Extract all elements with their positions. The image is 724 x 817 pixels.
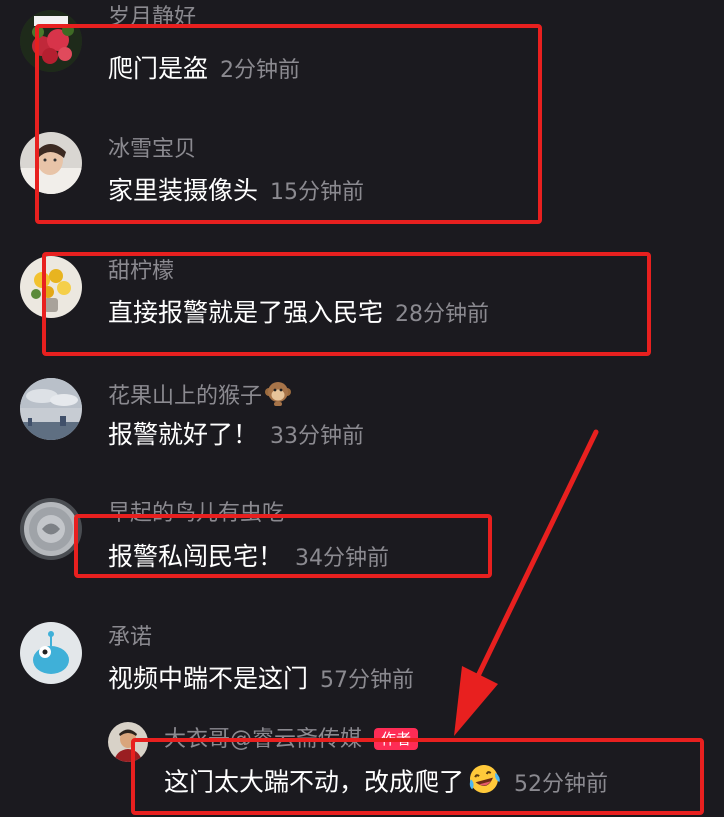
avatar[interactable] <box>20 10 82 72</box>
comment-text: 报警就好了！ 33分钟前 <box>108 418 364 454</box>
comment-text: 爬门是盗 2分钟前 <box>108 52 300 88</box>
monkey-emoji-icon <box>264 380 292 414</box>
baby-photo-icon <box>20 132 82 194</box>
laughing-crying-emoji-icon <box>466 762 502 805</box>
username-text: 花果山上的猴子 <box>108 384 263 409</box>
comment-text: 报警私闯民宅！ 34分钟前 <box>108 540 389 576</box>
timestamp: 57分钟前 <box>320 668 415 693</box>
blue-cartoon-icon <box>20 622 82 684</box>
comment-text: 视频中踹不是这门 57分钟前 <box>108 662 414 698</box>
cloudy-sky-icon <box>20 378 82 440</box>
comment-content: 直接报警就是了强入民宅 <box>108 298 384 327</box>
avatar[interactable] <box>20 256 82 318</box>
avatar[interactable] <box>20 378 82 440</box>
comment-content: 这门太大踹不动，改成爬了 <box>164 767 465 797</box>
comment-content: 报警私闯民宅！ <box>108 542 284 571</box>
username[interactable]: 早起的鸟儿有虫吃 <box>108 500 284 528</box>
comment-content: 视频中踹不是这门 <box>108 664 309 693</box>
comment-text: 直接报警就是了强入民宅 28分钟前 <box>108 296 489 332</box>
username[interactable]: 承诺 <box>108 624 152 652</box>
comment-text: 家里装摄像头 15分钟前 <box>108 174 364 210</box>
username[interactable]: 岁月静好 <box>108 4 196 32</box>
timestamp: 15分钟前 <box>270 180 365 205</box>
silver-coin-icon <box>20 498 82 560</box>
username[interactable]: 花果山上的猴子 <box>108 380 292 414</box>
comment-content: 爬门是盗 <box>108 54 209 83</box>
timestamp: 33分钟前 <box>270 424 365 449</box>
avatar[interactable] <box>108 722 148 762</box>
avatar[interactable] <box>20 498 82 560</box>
timestamp: 52分钟前 <box>514 771 609 797</box>
timestamp: 2分钟前 <box>220 58 301 83</box>
avatar[interactable] <box>20 622 82 684</box>
timestamp: 34分钟前 <box>295 546 390 571</box>
comment-text: 这门太大踹不动，改成爬了 52分钟前 <box>164 762 608 805</box>
man-portrait-icon <box>108 722 148 762</box>
username[interactable]: 甜柠檬 <box>108 258 174 286</box>
yellow-flowers-icon <box>20 256 82 318</box>
username[interactable]: 大衣哥@睿云斋传媒 作者 <box>164 726 419 754</box>
author-badge: 作者 <box>374 728 419 750</box>
timestamp: 28分钟前 <box>395 302 490 327</box>
comment-content: 家里装摄像头 <box>108 176 259 205</box>
comment-content: 报警就好了！ <box>108 420 259 449</box>
avatar[interactable] <box>20 132 82 194</box>
flower-bouquet-icon <box>20 10 82 72</box>
username-text: 大衣哥@睿云斋传媒 <box>164 727 363 752</box>
username[interactable]: 冰雪宝贝 <box>108 136 196 164</box>
